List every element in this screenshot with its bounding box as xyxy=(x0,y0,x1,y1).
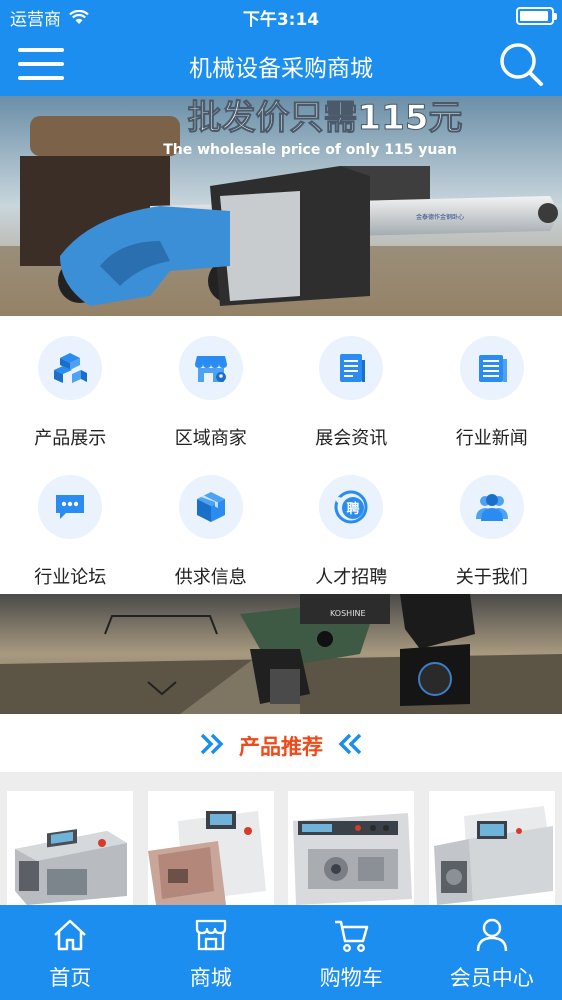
category-product-showcase[interactable]: 产品展示 xyxy=(0,316,141,454)
promo-banner[interactable]: 批发价只需115元 The wholesale price of only 11… xyxy=(0,96,562,316)
user-icon xyxy=(476,918,507,952)
search-icon[interactable] xyxy=(498,41,544,87)
bottom-tab-bar: 首页 商城 购物车 会员中心 xyxy=(0,905,562,1000)
tab-store[interactable]: 商城 xyxy=(141,905,282,1000)
category-label: 展会资讯 xyxy=(315,428,388,449)
document-icon xyxy=(340,354,365,382)
chat-icon xyxy=(56,495,84,519)
category-grid-row-1: 产品展示 区域商家 展会资讯 行业新闻 xyxy=(0,316,562,454)
category-label: 行业新闻 xyxy=(455,428,528,449)
cart-icon xyxy=(335,920,369,952)
product-card[interactable] xyxy=(7,791,133,905)
product-list xyxy=(0,772,562,905)
recommend-title: 产品推荐 xyxy=(239,735,323,759)
banner2-image: KOSHINE xyxy=(0,594,562,714)
product-image xyxy=(15,829,127,905)
product-card[interactable] xyxy=(148,791,274,905)
category-label: 人才招聘 xyxy=(315,567,388,588)
shop-icon xyxy=(194,356,227,382)
battery-icon xyxy=(516,7,557,25)
category-label: 区域商家 xyxy=(174,428,247,449)
tab-label: 会员中心 xyxy=(449,966,534,990)
product-card[interactable] xyxy=(429,791,555,905)
category-regional-merchants[interactable]: 区域商家 xyxy=(141,316,282,454)
home-icon xyxy=(54,919,86,951)
people-icon xyxy=(475,494,508,521)
category-exhibition-news[interactable]: 展会资讯 xyxy=(281,316,422,454)
category-label: 关于我们 xyxy=(455,567,528,588)
product-image xyxy=(293,813,412,905)
product-image xyxy=(148,811,266,905)
category-supply-demand[interactable]: 供求信息 xyxy=(141,455,282,593)
banner2-label: KOSHINE xyxy=(330,609,366,618)
menu-button[interactable] xyxy=(16,44,66,84)
category-talent-recruitment[interactable]: 聘 人才招聘 xyxy=(281,455,422,593)
package-icon xyxy=(196,492,225,522)
banner-headline: 批发价只需115元 xyxy=(188,98,463,138)
menu-icon xyxy=(18,48,64,52)
blade-brand-text: 金泰德作金钢卧心 xyxy=(416,213,464,221)
newspaper-icon xyxy=(478,355,507,382)
secondary-banner[interactable]: KOSHINE xyxy=(0,594,562,714)
top-nav-bar: 机械设备采购商城 xyxy=(0,32,562,96)
tab-cart[interactable]: 购物车 xyxy=(281,905,422,1000)
tab-member-center[interactable]: 会员中心 xyxy=(422,905,562,1000)
tab-label: 购物车 xyxy=(319,966,383,990)
category-label: 行业论坛 xyxy=(34,567,107,588)
product-card[interactable] xyxy=(288,791,414,905)
boxes-icon xyxy=(54,353,87,383)
product-image xyxy=(434,806,553,905)
tab-label: 商城 xyxy=(189,966,232,990)
category-about-us[interactable]: 关于我们 xyxy=(422,455,562,593)
tab-label: 首页 xyxy=(49,966,92,990)
status-bar: 运营商 下午3:14 xyxy=(0,0,562,32)
category-label: 产品展示 xyxy=(34,428,107,449)
svg-text:聘: 聘 xyxy=(346,501,359,517)
store-icon xyxy=(195,919,226,951)
category-grid-row-2: 行业论坛 供求信息 聘 人才招聘 关于我们 xyxy=(0,455,562,593)
banner-subline: The wholesale price of only 115 yuan xyxy=(163,142,457,158)
banner-image: 批发价只需115元 The wholesale price of only 11… xyxy=(0,96,562,316)
double-chevron-left-icon xyxy=(338,733,362,755)
category-industry-news[interactable]: 行业新闻 xyxy=(422,316,562,454)
hire-icon: 聘 xyxy=(334,490,368,524)
tab-home[interactable]: 首页 xyxy=(0,905,141,1000)
recommend-section-header: 产品推荐 xyxy=(0,714,562,772)
page-title: 机械设备采购商城 xyxy=(189,56,373,82)
category-label: 供求信息 xyxy=(174,567,247,588)
status-time: 下午3:14 xyxy=(242,10,320,30)
category-industry-forum[interactable]: 行业论坛 xyxy=(0,455,141,593)
